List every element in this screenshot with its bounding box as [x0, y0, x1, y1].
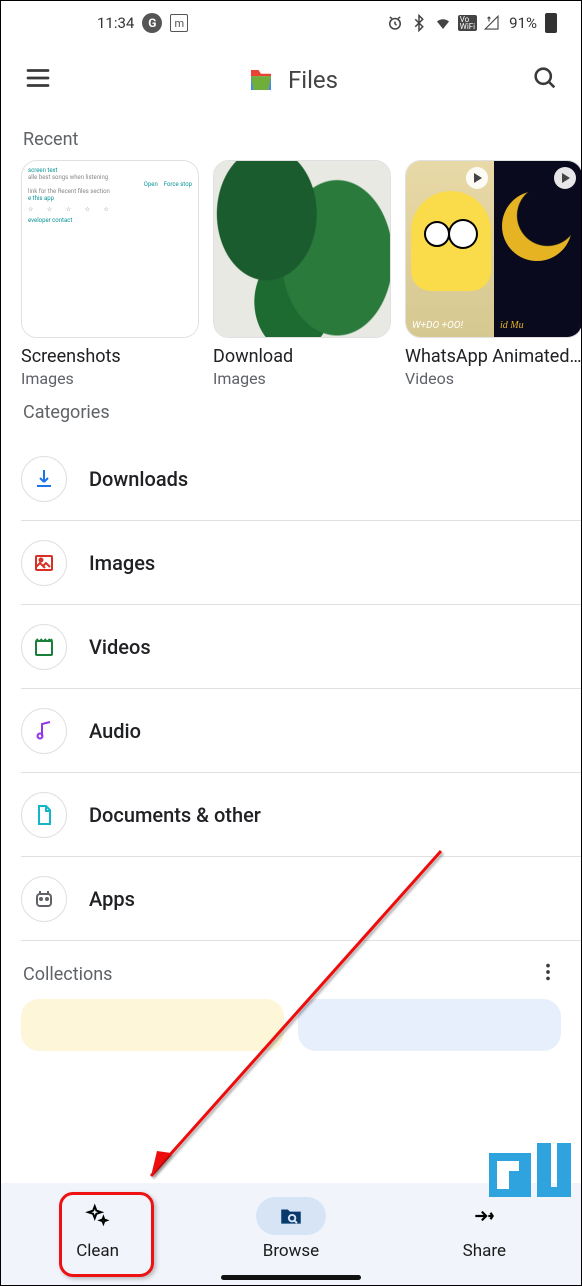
recent-card-whatsapp[interactable]: W+DO +OO! id Mu WhatsApp Animated... Vid…	[405, 160, 581, 388]
signal-icon	[483, 14, 501, 32]
app-title: Files	[246, 65, 338, 95]
category-images[interactable]: Images	[21, 521, 581, 605]
nav-label: Clean	[76, 1241, 119, 1261]
recent-card-screenshots[interactable]: screen text alle best songs when listeni…	[21, 160, 199, 388]
nav-browse[interactable]: Browse	[226, 1197, 356, 1261]
play-icon	[554, 167, 576, 189]
recent-thumb: screen text alle best songs when listeni…	[21, 160, 199, 338]
app-bar: Files	[1, 45, 581, 115]
collection-card[interactable]	[21, 999, 284, 1051]
audio-icon	[21, 708, 67, 754]
category-label: Downloads	[89, 467, 188, 491]
download-icon	[21, 456, 67, 502]
category-audio[interactable]: Audio	[21, 689, 581, 773]
collections-cards	[1, 993, 581, 1051]
more-icon[interactable]	[537, 961, 559, 987]
bottom-nav: Clean Browse Share	[1, 1183, 581, 1285]
collection-card[interactable]	[298, 999, 561, 1051]
nav-label: Browse	[263, 1241, 319, 1261]
category-videos[interactable]: Videos	[21, 605, 581, 689]
battery-percent: 91%	[509, 14, 537, 32]
nav-clean[interactable]: Clean	[33, 1197, 163, 1261]
recent-subtitle: Images	[21, 369, 199, 388]
collections-heading: Collections	[23, 964, 112, 985]
search-icon[interactable]	[531, 64, 559, 96]
status-time: 11:34	[97, 14, 134, 32]
recent-title: Download	[213, 346, 391, 367]
recent-thumb	[213, 160, 391, 338]
battery-icon	[545, 13, 557, 33]
category-apps[interactable]: Apps	[21, 857, 581, 941]
category-downloads[interactable]: Downloads	[21, 437, 581, 521]
collections-row: Collections	[1, 941, 581, 993]
wifi-icon	[434, 14, 452, 32]
home-indicator[interactable]	[221, 1275, 361, 1280]
files-logo-icon	[246, 65, 276, 95]
category-label: Documents & other	[89, 803, 261, 827]
category-label: Audio	[89, 719, 141, 743]
recent-title: WhatsApp Animated...	[405, 346, 581, 367]
nav-share[interactable]: Share	[419, 1197, 549, 1261]
share-icon	[471, 1203, 497, 1229]
nav-label: Share	[463, 1241, 506, 1261]
vowifi-icon: VoWiFi	[458, 15, 477, 31]
recent-card-download[interactable]: Download Images	[213, 160, 391, 388]
categories-heading: Categories	[1, 388, 581, 433]
recent-subtitle: Videos	[405, 369, 581, 388]
recent-thumb: W+DO +OO! id Mu	[405, 160, 581, 338]
folder-search-icon	[278, 1203, 304, 1229]
image-icon	[21, 540, 67, 586]
status-bar: 11:34 G m VoWiFi 91%	[1, 1, 581, 45]
apps-icon	[21, 876, 67, 922]
category-documents[interactable]: Documents & other	[21, 773, 581, 857]
recent-row: screen text alle best songs when listeni…	[1, 160, 581, 388]
alarm-icon	[386, 14, 404, 32]
categories-list: Downloads Images Videos Audio Documents …	[1, 437, 581, 941]
menu-icon[interactable]	[23, 63, 53, 97]
play-icon	[466, 167, 488, 189]
category-label: Apps	[89, 887, 135, 911]
recent-title: Screenshots	[21, 346, 199, 367]
recent-subtitle: Images	[213, 369, 391, 388]
recent-heading: Recent	[1, 115, 581, 160]
document-icon	[21, 792, 67, 838]
app-title-text: Files	[288, 66, 338, 94]
bluetooth-icon	[410, 14, 428, 32]
sparkle-icon	[85, 1203, 111, 1229]
category-label: Videos	[89, 635, 151, 659]
m-status-icon: m	[170, 14, 188, 32]
category-label: Images	[89, 551, 155, 575]
google-status-icon: G	[142, 13, 162, 33]
video-icon	[21, 624, 67, 670]
